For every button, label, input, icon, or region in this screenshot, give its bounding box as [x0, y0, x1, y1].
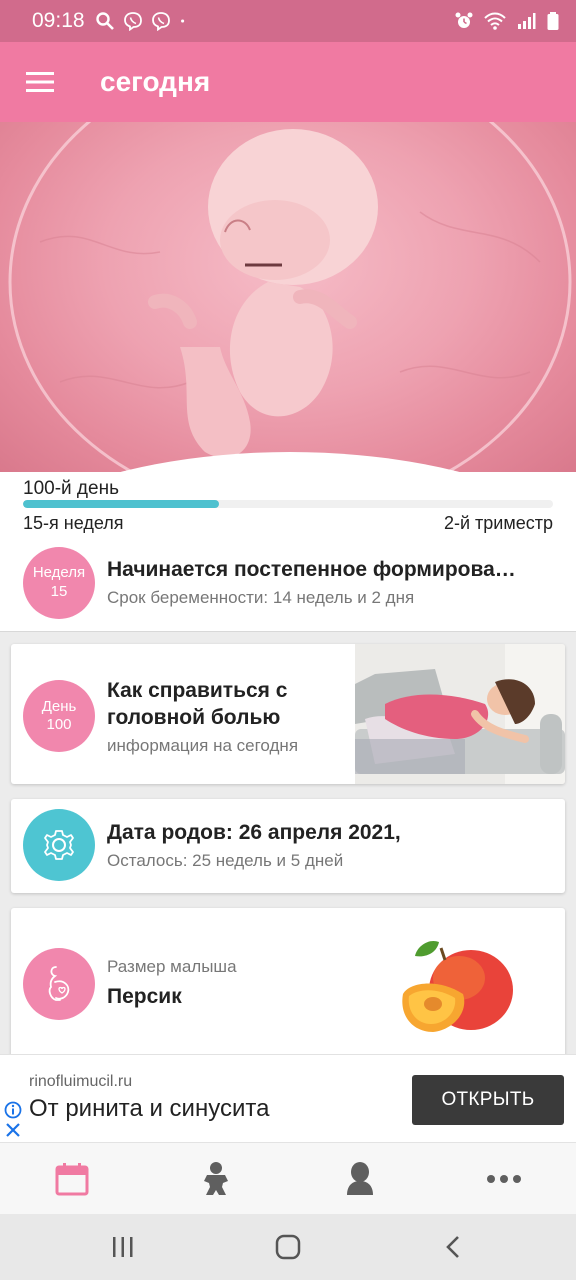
- week-summary-row[interactable]: Неделя 15 Начинается постепенное формиро…: [23, 547, 516, 619]
- back-icon[interactable]: [423, 1222, 483, 1272]
- baby-size-label: Размер малыша: [107, 957, 237, 977]
- week-badge: Неделя 15: [23, 547, 95, 619]
- week-label: 15-я неделя: [23, 513, 124, 533]
- hamburger-menu-icon[interactable]: [0, 42, 80, 122]
- progress-bar: [23, 500, 553, 508]
- week-summary-subtitle: Срок беременности: 14 недель и 2 дня: [107, 588, 415, 607]
- status-icons-right: [454, 11, 560, 31]
- viber-icon: [151, 12, 170, 31]
- recent-apps-icon[interactable]: [93, 1222, 153, 1272]
- due-date-content: Дата родов: 26 апреля 2021, Осталось: 25…: [23, 809, 401, 881]
- calendar-icon: [55, 1162, 89, 1195]
- wifi-icon: [484, 12, 506, 30]
- gear-icon: [23, 809, 95, 881]
- day-article-text: Как справиться с головной болью информац…: [107, 677, 298, 756]
- week-summary-text: Начинается постепенное формирова… Срок б…: [107, 558, 516, 608]
- bottom-navigation: [0, 1142, 576, 1214]
- day-article-title-line1: Как справиться с: [107, 679, 288, 702]
- status-icons-left: [95, 11, 191, 31]
- page-title: сегодня: [100, 66, 211, 97]
- ad-info-icon[interactable]: [4, 1101, 22, 1119]
- baby-size-text: Размер малыша Персик: [107, 957, 237, 1010]
- baby-size-card[interactable]: Размер малыша Персик: [11, 908, 565, 1068]
- ad-close-icon[interactable]: [4, 1121, 22, 1139]
- battery-icon: [547, 12, 559, 30]
- article-photo: [355, 644, 565, 784]
- search-icon: [95, 12, 114, 30]
- ad-banner[interactable]: rinofluimucil.ru От ринита и синусита ОТ…: [0, 1054, 576, 1142]
- system-navigation-bar: [0, 1214, 576, 1280]
- pregnancy-icon: [23, 948, 95, 1020]
- day-badge-number: 100: [46, 716, 72, 734]
- more-icon: [487, 1174, 521, 1183]
- alarm-icon: [455, 12, 473, 28]
- screen: 09:18 сегодня 100-й день 15-я неделя 2-й…: [0, 0, 576, 1280]
- home-icon[interactable]: [258, 1222, 318, 1272]
- day-article-subtitle: информация на сегодня: [107, 735, 299, 755]
- day-label: 100-й день: [23, 478, 119, 499]
- week-badge-number: 15: [50, 583, 68, 600]
- baby-size-content: Размер малыша Персик: [23, 948, 237, 1020]
- pregnancy-progress-card: 100-й день 15-я неделя 2-й триместр Неде…: [0, 472, 576, 632]
- nav-calendar[interactable]: [0, 1143, 144, 1214]
- ad-title[interactable]: От ринита и синусита: [29, 1095, 269, 1123]
- due-date-subtitle: Осталось: 25 недель и 5 дней: [107, 850, 344, 870]
- day-article-title-line2: головной болью: [107, 706, 281, 730]
- nav-baby[interactable]: [144, 1143, 288, 1214]
- fetus-illustration: [8, 122, 572, 472]
- baby-icon: [204, 1161, 228, 1195]
- due-date-card[interactable]: Дата родов: 26 апреля 2021, Осталось: 25…: [11, 799, 565, 893]
- mother-icon: [347, 1161, 373, 1195]
- week-badge-label: Неделя: [32, 564, 86, 582]
- due-date-text: Дата родов: 26 апреля 2021, Осталось: 25…: [107, 819, 401, 870]
- week-summary-title: Начинается постепенное формирова…: [107, 558, 516, 581]
- progress-bar-fill: [23, 500, 220, 508]
- ad-domain: rinofluimucil.ru: [29, 1073, 133, 1090]
- nav-more[interactable]: [432, 1143, 576, 1214]
- ad-open-button[interactable]: ОТКРЫТЬ: [412, 1075, 564, 1125]
- day-badge: День 100: [23, 680, 95, 753]
- status-bar: 09:18: [0, 0, 576, 42]
- day-article-card[interactable]: День 100 Как справиться с головной болью…: [11, 644, 565, 784]
- nav-mother[interactable]: [288, 1143, 432, 1214]
- dot-icon: [180, 19, 184, 23]
- due-date-title: Дата родов: 26 апреля 2021,: [107, 821, 401, 845]
- baby-size-value: Персик: [107, 985, 182, 1009]
- day-badge-label: День: [41, 697, 77, 715]
- trimester-label: 2-й триместр: [443, 513, 553, 533]
- peach-image: [402, 940, 513, 1032]
- hero-illustration: [0, 122, 576, 472]
- day-article-content: День 100 Как справиться с головной болью…: [23, 677, 298, 756]
- app-bar: сегодня: [0, 42, 576, 122]
- viber-icon: [123, 12, 142, 31]
- status-time: 09:18: [32, 9, 85, 32]
- signal-icon: [518, 13, 536, 29]
